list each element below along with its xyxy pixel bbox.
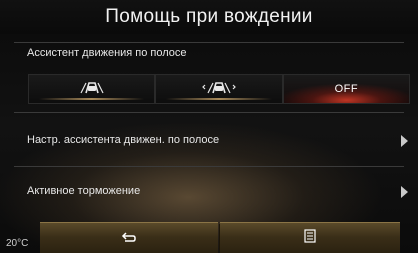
lane-assist-label: Ассистент движения по полосе	[27, 47, 187, 59]
page-title: Помощь при вождении	[105, 6, 313, 27]
chevron-right-icon	[401, 135, 408, 147]
title-bar: Помощь при вождении	[0, 0, 418, 34]
lane-assist-car-alert-icon	[202, 79, 236, 100]
lane-assist-option-1[interactable]	[28, 74, 156, 104]
menu-item-label: Настр. ассистента движен. по полосе	[27, 134, 220, 146]
menu-list-button[interactable]	[220, 222, 400, 253]
menu-item-label: Активное торможение	[27, 185, 141, 197]
divider	[14, 42, 404, 43]
chevron-right-icon	[401, 186, 408, 198]
lane-assist-option-2[interactable]	[155, 74, 283, 104]
lane-assist-car-icon	[77, 79, 107, 100]
divider	[14, 112, 404, 113]
list-menu-icon	[304, 229, 316, 248]
off-label: OFF	[334, 83, 359, 95]
menu-item-lane-assist-settings[interactable]: Настр. ассистента движен. по полосе	[0, 125, 418, 159]
temperature-readout: 20°C	[6, 238, 29, 249]
back-button[interactable]	[40, 222, 218, 253]
menu-item-active-braking[interactable]: Активное торможение	[0, 176, 418, 210]
option-indicator	[166, 98, 272, 100]
lane-assist-segmented-control: OFF	[28, 74, 410, 104]
screen: Помощь при вождении Ассистент движения п…	[0, 0, 418, 253]
back-arrow-icon	[121, 230, 137, 248]
lane-assist-option-off[interactable]: OFF	[282, 74, 410, 104]
divider	[14, 166, 404, 167]
option-indicator	[39, 98, 145, 100]
